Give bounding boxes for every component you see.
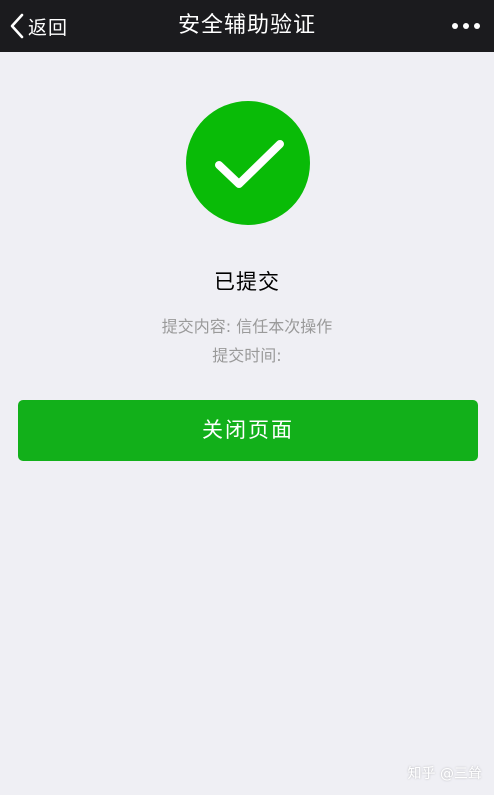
watermark: 知乎 @三耸 <box>407 766 482 782</box>
close-page-button[interactable]: 关闭页面 <box>18 400 478 461</box>
more-dots-icon <box>474 23 480 29</box>
status-title: 已提交 <box>214 270 280 294</box>
submit-time-text: 提交时间: <box>212 346 282 365</box>
page-title: 安全辅助验证 <box>177 13 316 38</box>
navigation-bar: 返回 安全辅助验证 <box>0 0 494 52</box>
submit-content-text: 提交内容: 信任本次操作 <box>161 317 333 336</box>
more-dots-icon <box>463 23 469 29</box>
more-menu-button[interactable] <box>452 0 480 52</box>
more-dots-icon <box>452 23 458 29</box>
success-badge <box>186 101 310 225</box>
